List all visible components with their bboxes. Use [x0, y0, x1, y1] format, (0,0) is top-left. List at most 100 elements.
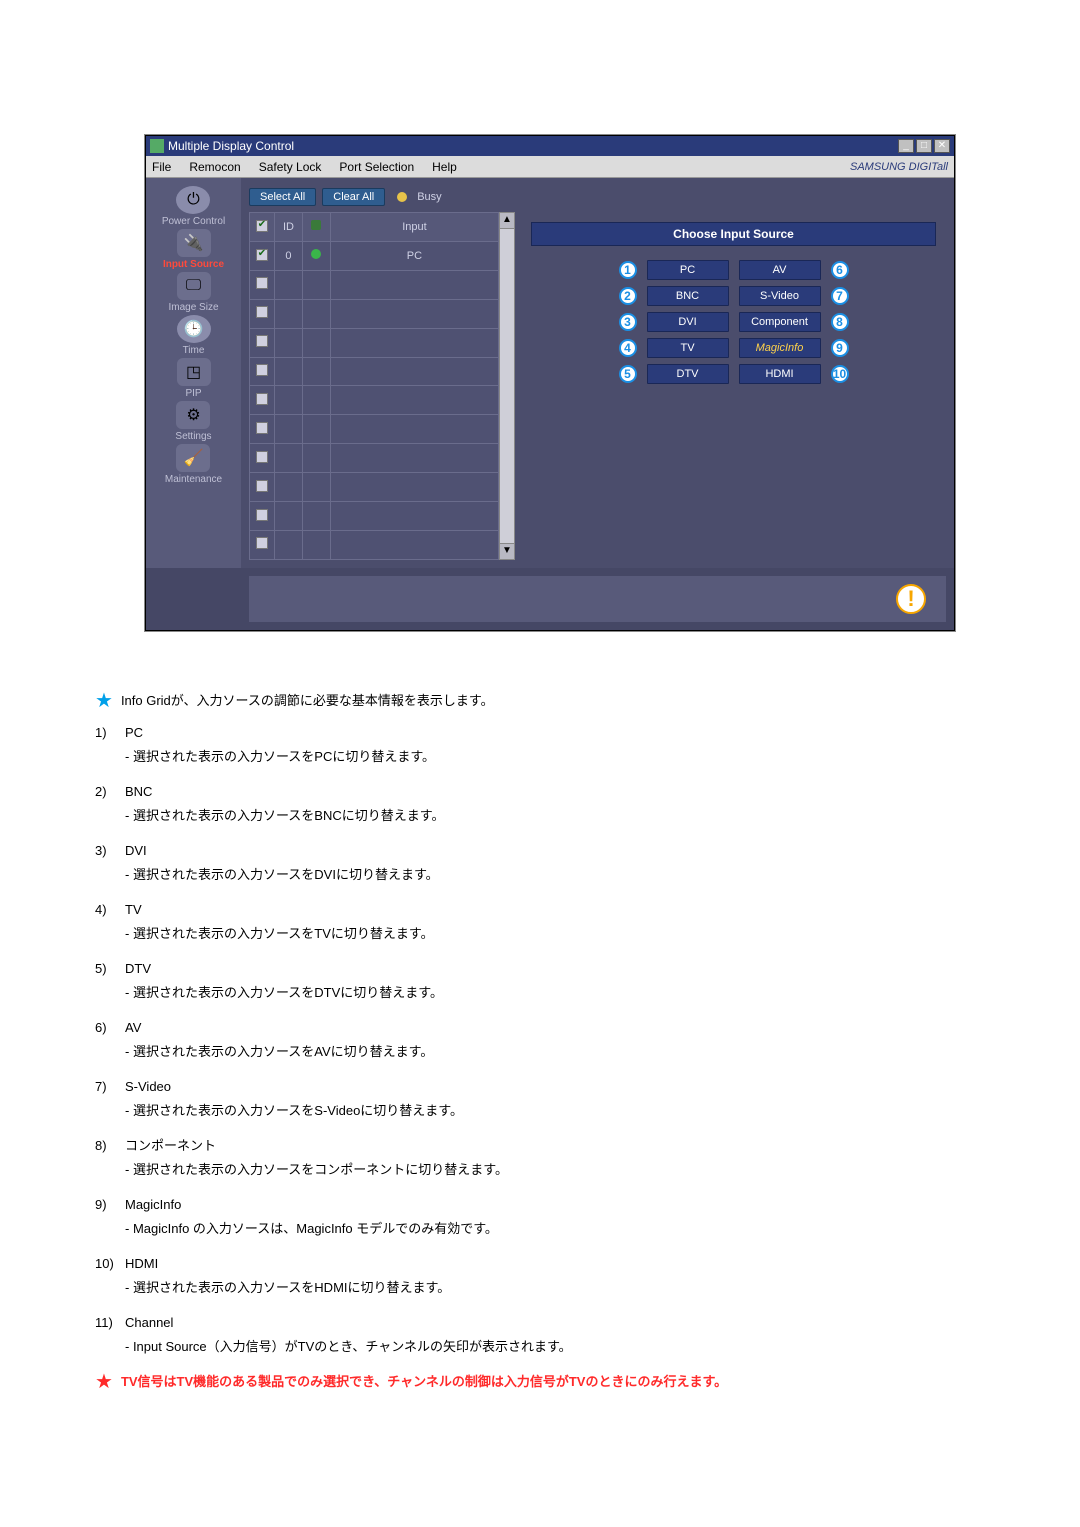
row-checkbox[interactable]	[256, 335, 268, 347]
sidebar-item-power-control[interactable]: ⏻ Power Control	[162, 186, 225, 227]
menu-port-selection[interactable]: Port Selection	[339, 160, 414, 174]
star-icon: ★	[95, 691, 113, 711]
sidebar-item-label: Input Source	[163, 259, 224, 270]
table-row[interactable]	[250, 270, 499, 299]
settings-icon: ⚙	[176, 401, 210, 429]
item-title: DVI	[125, 841, 147, 861]
list-item: 5)DTV- 選択された表示の入力ソースをDTVに切り替えます。	[95, 959, 935, 1002]
source-button-hdmi[interactable]: HDMI	[739, 364, 821, 384]
sidebar-item-pip[interactable]: ◳ PIP	[177, 358, 211, 399]
row-input-cell	[330, 386, 498, 415]
source-button-dtv[interactable]: DTV	[647, 364, 729, 384]
row-checkbox[interactable]	[256, 509, 268, 521]
close-button[interactable]: ✕	[934, 139, 950, 153]
info-grid: IDInput0PC	[249, 212, 499, 560]
scroll-up-icon[interactable]: ▲	[500, 213, 514, 229]
sidebar-item-maintenance[interactable]: 🧹 Maintenance	[165, 444, 222, 485]
app-body: ⏻ Power Control 🔌 Input Source 🖵 Image S…	[146, 178, 954, 568]
item-number: 7)	[95, 1077, 107, 1097]
row-check-cell[interactable]	[250, 299, 275, 328]
list-item: 9)MagicInfo- MagicInfo の入力ソースは、MagicInfo…	[95, 1195, 935, 1238]
source-button-dvi[interactable]: DVI	[647, 312, 729, 332]
intro-row: ★ Info Gridが、入力ソースの調節に必要な基本情報を表示します。	[95, 691, 935, 711]
table-row[interactable]	[250, 299, 499, 328]
item-number: 5)	[95, 959, 107, 979]
clear-all-button[interactable]: Clear All	[322, 188, 385, 206]
row-check-cell[interactable]	[250, 241, 275, 270]
menu-help[interactable]: Help	[432, 160, 457, 174]
busy-label: Busy	[417, 191, 441, 203]
sidebar-item-label: Image Size	[168, 302, 218, 313]
row-check-cell[interactable]	[250, 270, 275, 299]
row-led-cell	[302, 357, 330, 386]
item-number: 1)	[95, 723, 107, 743]
menu-file[interactable]: File	[152, 160, 171, 174]
check-all[interactable]	[256, 220, 268, 232]
maximize-button[interactable]: □	[916, 139, 932, 153]
row-input-cell	[330, 357, 498, 386]
app-icon	[150, 139, 164, 153]
source-button-magicinfo[interactable]: MagicInfo	[739, 338, 821, 358]
row-check-cell[interactable]	[250, 473, 275, 502]
source-button-component[interactable]: Component	[739, 312, 821, 332]
row-input-cell	[330, 299, 498, 328]
table-row[interactable]	[250, 444, 499, 473]
grid-scrollbar[interactable]: ▲ ▼	[499, 212, 515, 560]
sidebar-item-image-size[interactable]: 🖵 Image Size	[168, 272, 218, 313]
row-led-cell	[302, 415, 330, 444]
source-button-tv[interactable]: TV	[647, 338, 729, 358]
scroll-down-icon[interactable]: ▼	[500, 543, 514, 559]
row-check-cell[interactable]	[250, 530, 275, 559]
row-input-cell	[330, 328, 498, 357]
sidebar-item-input-source[interactable]: 🔌 Input Source	[163, 229, 224, 270]
sidebar-item-settings[interactable]: ⚙ Settings	[175, 401, 211, 442]
source-button-bnc[interactable]: BNC	[647, 286, 729, 306]
sidebar-item-time[interactable]: 🕒 Time	[177, 315, 211, 356]
source-button-pc[interactable]: PC	[647, 260, 729, 280]
row-checkbox[interactable]	[256, 393, 268, 405]
row-id-cell	[275, 502, 303, 531]
minimize-button[interactable]: _	[898, 139, 914, 153]
row-checkbox[interactable]	[256, 480, 268, 492]
row-check-cell[interactable]	[250, 444, 275, 473]
source-button-s-video[interactable]: S-Video	[739, 286, 821, 306]
row-checkbox[interactable]	[256, 364, 268, 376]
table-row[interactable]	[250, 328, 499, 357]
row-check-cell[interactable]	[250, 502, 275, 531]
table-row[interactable]	[250, 357, 499, 386]
table-row[interactable]	[250, 415, 499, 444]
row-checkbox[interactable]	[256, 451, 268, 463]
item-desc: - 選択された表示の入力ソースをPCに切り替えます。	[125, 747, 935, 767]
table-row[interactable]	[250, 473, 499, 502]
item-number: 10)	[95, 1254, 114, 1274]
row-led-cell	[302, 444, 330, 473]
item-desc: - MagicInfo の入力ソースは、MagicInfo モデルでのみ有効です…	[125, 1219, 935, 1239]
input-source-icon: 🔌	[177, 229, 211, 257]
table-row[interactable]: 0PC	[250, 241, 499, 270]
source-button-av[interactable]: AV	[739, 260, 821, 280]
window-title: Multiple Display Control	[168, 139, 294, 153]
item-desc: - 選択された表示の入力ソースをAVに切り替えます。	[125, 1042, 935, 1062]
table-row[interactable]	[250, 386, 499, 415]
row-check-cell[interactable]	[250, 357, 275, 386]
row-checkbox[interactable]	[256, 277, 268, 289]
select-all-button[interactable]: Select All	[249, 188, 316, 206]
row-id-cell	[275, 357, 303, 386]
table-row[interactable]	[250, 502, 499, 531]
callout-number: 8	[831, 313, 849, 331]
table-row[interactable]	[250, 530, 499, 559]
list-item: 8)コンポーネント- 選択された表示の入力ソースをコンポーネントに切り替えます。	[95, 1136, 935, 1179]
list-item: 10)HDMI- 選択された表示の入力ソースをHDMIに切り替えます。	[95, 1254, 935, 1297]
power-icon: ⏻	[176, 186, 210, 214]
row-checkbox[interactable]	[256, 249, 268, 261]
row-check-cell[interactable]	[250, 328, 275, 357]
menu-remocon[interactable]: Remocon	[189, 160, 240, 174]
row-checkbox[interactable]	[256, 422, 268, 434]
row-check-cell[interactable]	[250, 415, 275, 444]
menu-safety-lock[interactable]: Safety Lock	[259, 160, 322, 174]
row-checkbox[interactable]	[256, 537, 268, 549]
row-check-cell[interactable]	[250, 386, 275, 415]
item-number: 8)	[95, 1136, 107, 1156]
list-item: 2)BNC- 選択された表示の入力ソースをBNCに切り替えます。	[95, 782, 935, 825]
row-checkbox[interactable]	[256, 306, 268, 318]
